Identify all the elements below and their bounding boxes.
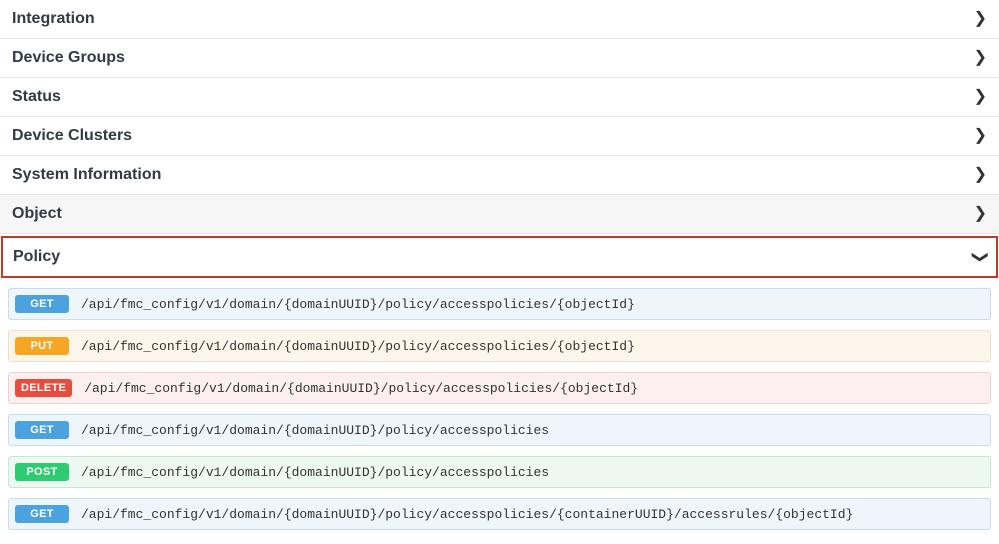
section-integration[interactable]: Integration ❯ [0, 0, 999, 39]
chevron-right-icon: ❯ [974, 206, 987, 222]
endpoint-path: /api/fmc_config/v1/domain/{domainUUID}/p… [84, 381, 638, 396]
method-badge-post: POST [15, 463, 69, 481]
section-system-information[interactable]: System Information ❯ [0, 156, 999, 195]
endpoint-row[interactable]: POST /api/fmc_config/v1/domain/{domainUU… [8, 456, 991, 488]
endpoint-row[interactable]: GET /api/fmc_config/v1/domain/{domainUUI… [8, 498, 991, 530]
endpoint-path: /api/fmc_config/v1/domain/{domainUUID}/p… [81, 465, 549, 480]
method-badge-get: GET [15, 295, 69, 313]
policy-endpoints: GET /api/fmc_config/v1/domain/{domainUUI… [0, 284, 999, 544]
chevron-right-icon: ❯ [974, 128, 987, 144]
endpoint-row[interactable]: PUT /api/fmc_config/v1/domain/{domainUUI… [8, 330, 991, 362]
section-title: Integration [12, 10, 95, 28]
endpoint-row[interactable]: GET /api/fmc_config/v1/domain/{domainUUI… [8, 288, 991, 320]
section-policy[interactable]: Policy ❯ [1, 236, 998, 278]
endpoint-path: /api/fmc_config/v1/domain/{domainUUID}/p… [81, 297, 635, 312]
endpoint-path: /api/fmc_config/v1/domain/{domainUUID}/p… [81, 339, 635, 354]
section-object[interactable]: Object ❯ [0, 195, 999, 234]
section-device-groups[interactable]: Device Groups ❯ [0, 39, 999, 78]
chevron-right-icon: ❯ [974, 11, 987, 27]
chevron-right-icon: ❯ [974, 89, 987, 105]
method-badge-put: PUT [15, 337, 69, 355]
section-title: Status [12, 88, 61, 106]
section-title: Device Groups [12, 49, 125, 67]
section-title: Policy [13, 248, 60, 266]
section-title: Object [12, 205, 62, 223]
method-badge-delete: DELETE [15, 379, 72, 397]
endpoint-row[interactable]: DELETE /api/fmc_config/v1/domain/{domain… [8, 372, 991, 404]
section-status[interactable]: Status ❯ [0, 78, 999, 117]
chevron-down-icon: ❯ [971, 250, 987, 263]
section-title: Device Clusters [12, 127, 132, 145]
chevron-right-icon: ❯ [974, 50, 987, 66]
section-title: System Information [12, 166, 161, 184]
method-badge-get: GET [15, 505, 69, 523]
endpoint-path: /api/fmc_config/v1/domain/{domainUUID}/p… [81, 507, 853, 522]
endpoint-row[interactable]: GET /api/fmc_config/v1/domain/{domainUUI… [8, 414, 991, 446]
method-badge-get: GET [15, 421, 69, 439]
chevron-right-icon: ❯ [974, 167, 987, 183]
endpoint-path: /api/fmc_config/v1/domain/{domainUUID}/p… [81, 423, 549, 438]
section-device-clusters[interactable]: Device Clusters ❯ [0, 117, 999, 156]
